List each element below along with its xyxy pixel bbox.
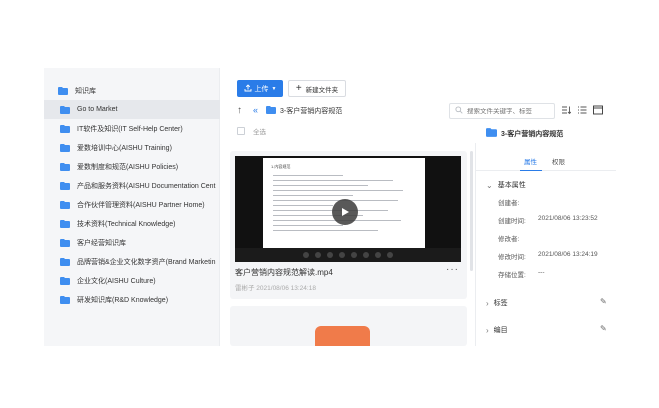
scrollbar[interactable] — [470, 151, 473, 271]
detail-panel: 3-客户营销内容规范 属性 权限 ⌄ 基本属性 创建者: 创建时间: 2021/… — [476, 123, 616, 346]
sidebar-item-customer-knowledge[interactable]: 客户经营知识库 — [44, 233, 220, 252]
sidebar-item-rnd-knowledge[interactable]: 研发知识库(R&D Knowledge) — [44, 290, 220, 309]
double-chevron-left-icon[interactable]: « — [253, 105, 258, 115]
upload-button[interactable]: 上传 ▼ — [237, 80, 283, 97]
search-input[interactable] — [467, 107, 547, 115]
sidebar-item-brand-marketing[interactable]: 品牌营销&企业文化数字资产(Brand Marketin — [44, 252, 220, 271]
section-tags[interactable]: › 标签 — [486, 298, 508, 308]
section-tags-label: 标签 — [493, 300, 508, 307]
detail-tabs: 属性 权限 — [476, 153, 616, 171]
sidebar-item-policies[interactable]: 爱数制度和规范(AISHU Policies) — [44, 157, 220, 176]
folder-icon — [60, 276, 70, 285]
breadcrumb-current[interactable]: 3-客户营销内容规范 — [280, 106, 342, 116]
sort-icon[interactable] — [561, 105, 572, 115]
folder-icon — [60, 257, 70, 266]
file-meta: 雷彬子 2021/08/06 13:24:18 — [235, 285, 316, 292]
prop-label-modified: 修改时间: — [498, 254, 526, 261]
sidebar-item-go-to-market[interactable]: Go to Market — [44, 100, 220, 119]
sidebar-item-label: 客户经营知识库 — [77, 239, 126, 247]
sidebar-item-label: IT软件及知识(IT Self-Help Center) — [77, 125, 183, 133]
tab-properties[interactable]: 属性 — [524, 156, 537, 166]
caret-down-icon: ▼ — [271, 85, 277, 92]
sidebar-item-documentation[interactable]: 产品和服务资料(AISHU Documentation Cent — [44, 176, 220, 195]
new-folder-button[interactable]: + 新建文件夹 — [288, 80, 346, 97]
sidebar-item-label: 爱数制度和规范(AISHU Policies) — [77, 163, 179, 171]
list-view-icon[interactable] — [577, 105, 587, 115]
sidebar-item-label: 研发知识库(R&D Knowledge) — [77, 296, 169, 304]
main-panel: 上传 ▼ + 新建文件夹 ↑ « 3-客户营销内容规范 搜索文件关键字、标签 全… — [220, 68, 616, 346]
folder-icon — [60, 219, 70, 228]
folder-icon — [58, 86, 68, 95]
folder-icon — [60, 200, 70, 209]
folder-icon — [60, 143, 70, 152]
play-icon[interactable] — [332, 199, 358, 225]
upload-label: 上传 — [254, 85, 269, 93]
prop-label-modifier: 修改者: — [498, 236, 520, 243]
tab-indicator — [520, 169, 542, 171]
sidebar-item-label: 技术资料(Technical Knowledge) — [77, 220, 176, 228]
sidebar-item-label: 合作伙伴管理资料(AISHU Partner Home) — [77, 201, 205, 209]
sidebar-item-technical-knowledge[interactable]: 技术资料(Technical Knowledge) — [44, 214, 220, 233]
folder-icon — [486, 128, 497, 139]
file-name[interactable]: 客户营销内容规范解读.mp4 — [235, 267, 333, 278]
more-options-icon[interactable]: ··· — [446, 264, 459, 275]
breadcrumb: 3-客户营销内容规范 — [266, 106, 342, 116]
search-box[interactable] — [449, 103, 555, 119]
folder-icon — [60, 181, 70, 190]
slide-title: 1.内容规范 — [271, 164, 291, 169]
section-basic-properties[interactable]: ⌄ 基本属性 — [486, 180, 526, 190]
video-control-bar — [235, 248, 461, 262]
folder-icon — [266, 106, 276, 116]
section-catalog-label: 编目 — [493, 327, 508, 334]
new-folder-label: 新建文件夹 — [305, 86, 339, 94]
plus-icon: + — [295, 82, 302, 94]
sidebar-item-it-self-help[interactable]: IT软件及知识(IT Self-Help Center) — [44, 119, 220, 138]
edit-tags-icon[interactable]: ✎ — [600, 297, 607, 306]
folder-icon — [60, 162, 70, 171]
prop-value-created: 2021/08/06 13:23:52 — [538, 215, 598, 222]
detail-title-text: 3-客户营销内容规范 — [501, 130, 564, 138]
chevron-right-icon: › — [486, 325, 489, 335]
prop-label-creator: 创建者: — [498, 200, 520, 207]
search-icon — [455, 106, 463, 116]
sidebar-item-label: Go to Market — [77, 106, 118, 113]
select-all[interactable]: 全选 — [237, 126, 266, 136]
select-all-label: 全选 — [253, 129, 266, 136]
edit-catalog-icon[interactable]: ✎ — [600, 324, 607, 333]
select-all-checkbox[interactable] — [237, 127, 245, 135]
prop-value-modified: 2021/08/06 13:24:19 — [538, 251, 598, 258]
sidebar-item-label: 产品和服务资料(AISHU Documentation Cent — [77, 182, 216, 190]
file-thumbnail — [315, 326, 370, 346]
folder-icon — [60, 295, 70, 304]
sidebar-root-label: 知识库 — [75, 87, 96, 95]
sidebar-item-training[interactable]: 爱数培训中心(AISHU Training) — [44, 138, 220, 157]
prop-value-location: --- — [538, 269, 545, 276]
prop-label-created: 创建时间: — [498, 218, 526, 225]
section-basic-label: 基本属性 — [497, 182, 526, 189]
sidebar-item-label: 品牌营销&企业文化数字资产(Brand Marketin — [77, 258, 216, 266]
arrow-up-icon[interactable]: ↑ — [237, 105, 242, 116]
section-catalog[interactable]: › 编目 — [486, 325, 508, 335]
sidebar-item-culture[interactable]: 企业文化(AISHU Culture) — [44, 271, 220, 290]
chevron-down-icon: ⌄ — [486, 180, 493, 190]
folder-icon — [60, 238, 70, 247]
upload-icon — [244, 83, 252, 94]
sidebar-item-label: 爱数培训中心(AISHU Training) — [77, 144, 172, 152]
detail-title: 3-客户营销内容规范 — [486, 128, 563, 139]
file-card[interactable]: 1.内容规范 客户营销内容规范解读.mp4 雷彬子 2021/08/06 13:… — [230, 151, 467, 299]
sidebar-item-label: 企业文化(AISHU Culture) — [77, 277, 156, 285]
folder-icon — [60, 124, 70, 133]
sidebar-item-partner-home[interactable]: 合作伙伴管理资料(AISHU Partner Home) — [44, 195, 220, 214]
folder-icon — [60, 105, 70, 114]
chevron-right-icon: › — [486, 298, 489, 308]
prop-label-location: 存储位置: — [498, 272, 526, 279]
sidebar-root-knowledge-base[interactable]: 知识库 — [44, 81, 220, 100]
tab-permissions[interactable]: 权限 — [552, 156, 565, 166]
file-card-partial[interactable] — [230, 306, 467, 346]
sidebar: 知识库 Go to Market IT软件及知识(IT Self-Help Ce… — [44, 68, 220, 346]
detail-panel-icon[interactable] — [593, 105, 603, 115]
app-window: 知识库 Go to Market IT软件及知识(IT Self-Help Ce… — [44, 68, 616, 346]
video-thumbnail[interactable]: 1.内容规范 — [235, 156, 461, 262]
